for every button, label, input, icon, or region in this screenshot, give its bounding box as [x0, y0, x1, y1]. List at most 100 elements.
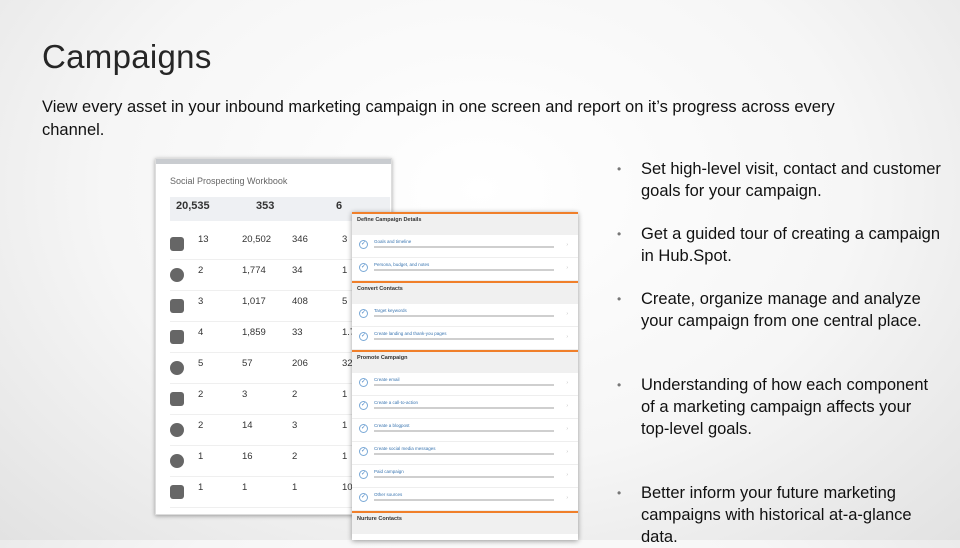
workbook-cell: 1 [342, 389, 348, 400]
campaign-task[interactable]: ✓ Goals and timeline › [352, 235, 578, 258]
section-description [352, 224, 578, 235]
bullet-dot-icon: • [617, 227, 622, 241]
campaign-task[interactable]: ✓ Target keywords › [352, 304, 578, 327]
workbook-cell: 4 [198, 327, 204, 338]
key-icon [170, 392, 184, 406]
task-title: Create a call-to-action [374, 400, 419, 405]
section-title: Define Campaign Details [352, 212, 578, 224]
workbook-cell: 57 [242, 358, 253, 369]
workbook-cell: 13 [198, 234, 209, 245]
section-description [352, 523, 578, 534]
task-description [374, 499, 554, 501]
task-title: Goals and timeline [374, 239, 412, 244]
workbook-cell: 32 [342, 358, 353, 369]
workbook-cell: 3 [342, 234, 348, 245]
workbook-cell: 20,502 [242, 234, 272, 245]
bullet-item: • Understanding of how each component of … [617, 376, 929, 438]
workbook-cell: 1 [242, 482, 248, 493]
section-description [352, 362, 578, 373]
globe-icon [170, 454, 184, 468]
workbook-cell: 1 [342, 265, 348, 276]
task-description [374, 430, 554, 432]
bullet-item: • Set high-level visit, contact and custo… [617, 160, 941, 200]
bullet-item: • Create, organize manage and analyze you… [617, 290, 922, 330]
task-title: Create email [374, 377, 400, 382]
workbook-cell: 5 [198, 358, 204, 369]
workbook-cell: 408 [292, 296, 308, 307]
task-title: Create a blogpost [374, 423, 410, 428]
chevron-right-icon: › [566, 265, 568, 271]
campaign-task[interactable]: ✓ Create email › [352, 373, 578, 396]
workbook-cell: 206 [292, 358, 308, 369]
workbook-cell: 34 [292, 265, 303, 276]
campaign-task[interactable]: ✓ Paid campaign › [352, 465, 578, 488]
campaign-task[interactable]: ✓ Other sources › [352, 488, 578, 511]
check-icon: ✓ [359, 447, 368, 456]
task-description [374, 246, 554, 248]
workbook-cell: 2 [198, 265, 204, 276]
check-icon: ✓ [359, 309, 368, 318]
campaign-task[interactable]: ✓ Create a call-to-action › [352, 396, 578, 419]
bullet-dot-icon: • [617, 162, 622, 176]
detail-sections: Define Campaign Details ✓ Goals and timeli… [352, 212, 578, 534]
campaign-section: Nurture Contacts [352, 511, 578, 534]
mail-icon [170, 299, 184, 313]
task-title: Paid campaign [374, 469, 404, 474]
workbook-cell: 10 [342, 482, 353, 493]
chevron-right-icon: › [566, 311, 568, 317]
campaign-section: Promote Campaign ✓ Create email › ✓ Create a … [352, 350, 578, 511]
check-icon: ✓ [359, 401, 368, 410]
workbook-cell: 346 [292, 234, 308, 245]
bullet-item: • Better inform your future marketing cam… [617, 484, 912, 546]
chevron-right-icon: › [566, 334, 568, 340]
workbook-cell: 3 [292, 420, 298, 431]
task-description [374, 315, 554, 317]
workbook-cell: 3 [198, 296, 204, 307]
stat-contacts: 353 [256, 200, 275, 212]
workbook-cell: 1,774 [242, 265, 266, 276]
task-title: Create social media messages [374, 446, 436, 451]
task-description [374, 453, 554, 455]
workbook-cell: 16 [242, 451, 253, 462]
task-description [374, 269, 554, 271]
campaign-task[interactable]: ✓ Persona, budget, and notes › [352, 258, 578, 281]
chevron-right-icon: › [566, 472, 568, 478]
workbook-cell: 1,859 [242, 327, 266, 338]
check-icon: ✓ [359, 493, 368, 502]
campaign-task[interactable]: ✓ Create social media messages › [352, 442, 578, 465]
section-title: Promote Campaign [352, 350, 578, 362]
workbook-cell: 2 [198, 420, 204, 431]
task-title: Other sources [374, 492, 403, 497]
campaign-task[interactable]: ✓ Create a blogpost › [352, 419, 578, 442]
chevron-right-icon: › [566, 426, 568, 432]
stat-customers: 6 [336, 200, 343, 212]
section-title: Convert Contacts [352, 281, 578, 293]
workbook-cell: 33 [292, 327, 303, 338]
chevron-right-icon: › [566, 242, 568, 248]
workbook-cell: 1,017 [242, 296, 266, 307]
task-title: Target keywords [374, 308, 407, 313]
dollar-icon [170, 423, 184, 437]
task-description [374, 384, 554, 386]
chevron-right-icon: › [566, 495, 568, 501]
workbook-cell: 1 [198, 451, 204, 462]
check-icon: ✓ [359, 470, 368, 479]
section-title: Nurture Contacts [352, 511, 578, 523]
workbook-cell: 1 [342, 420, 348, 431]
campaign-section: Define Campaign Details ✓ Goals and timeli… [352, 212, 578, 281]
page-icon [170, 237, 184, 251]
workbook-cell: 2 [292, 451, 298, 462]
campaign-task[interactable]: ✓ Create landing and thank-you pages › [352, 327, 578, 350]
bullet-item: • Get a guided tour of creating a campaig… [617, 225, 941, 265]
task-description [374, 407, 554, 409]
workbook-cell: 5 [342, 296, 348, 307]
task-title: Create landing and thank-you pages [374, 331, 447, 336]
workbook-cell: 14 [242, 420, 253, 431]
campaign-section: Convert Contacts ✓ Target keywords › ✓ Create… [352, 281, 578, 350]
bullet-dot-icon: • [617, 378, 622, 392]
task-description [374, 476, 554, 478]
chevron-right-icon: › [566, 380, 568, 386]
chat-icon [170, 361, 184, 375]
stat-visits: 20,535 [176, 200, 210, 212]
slide-title: Campaigns [42, 38, 212, 75]
